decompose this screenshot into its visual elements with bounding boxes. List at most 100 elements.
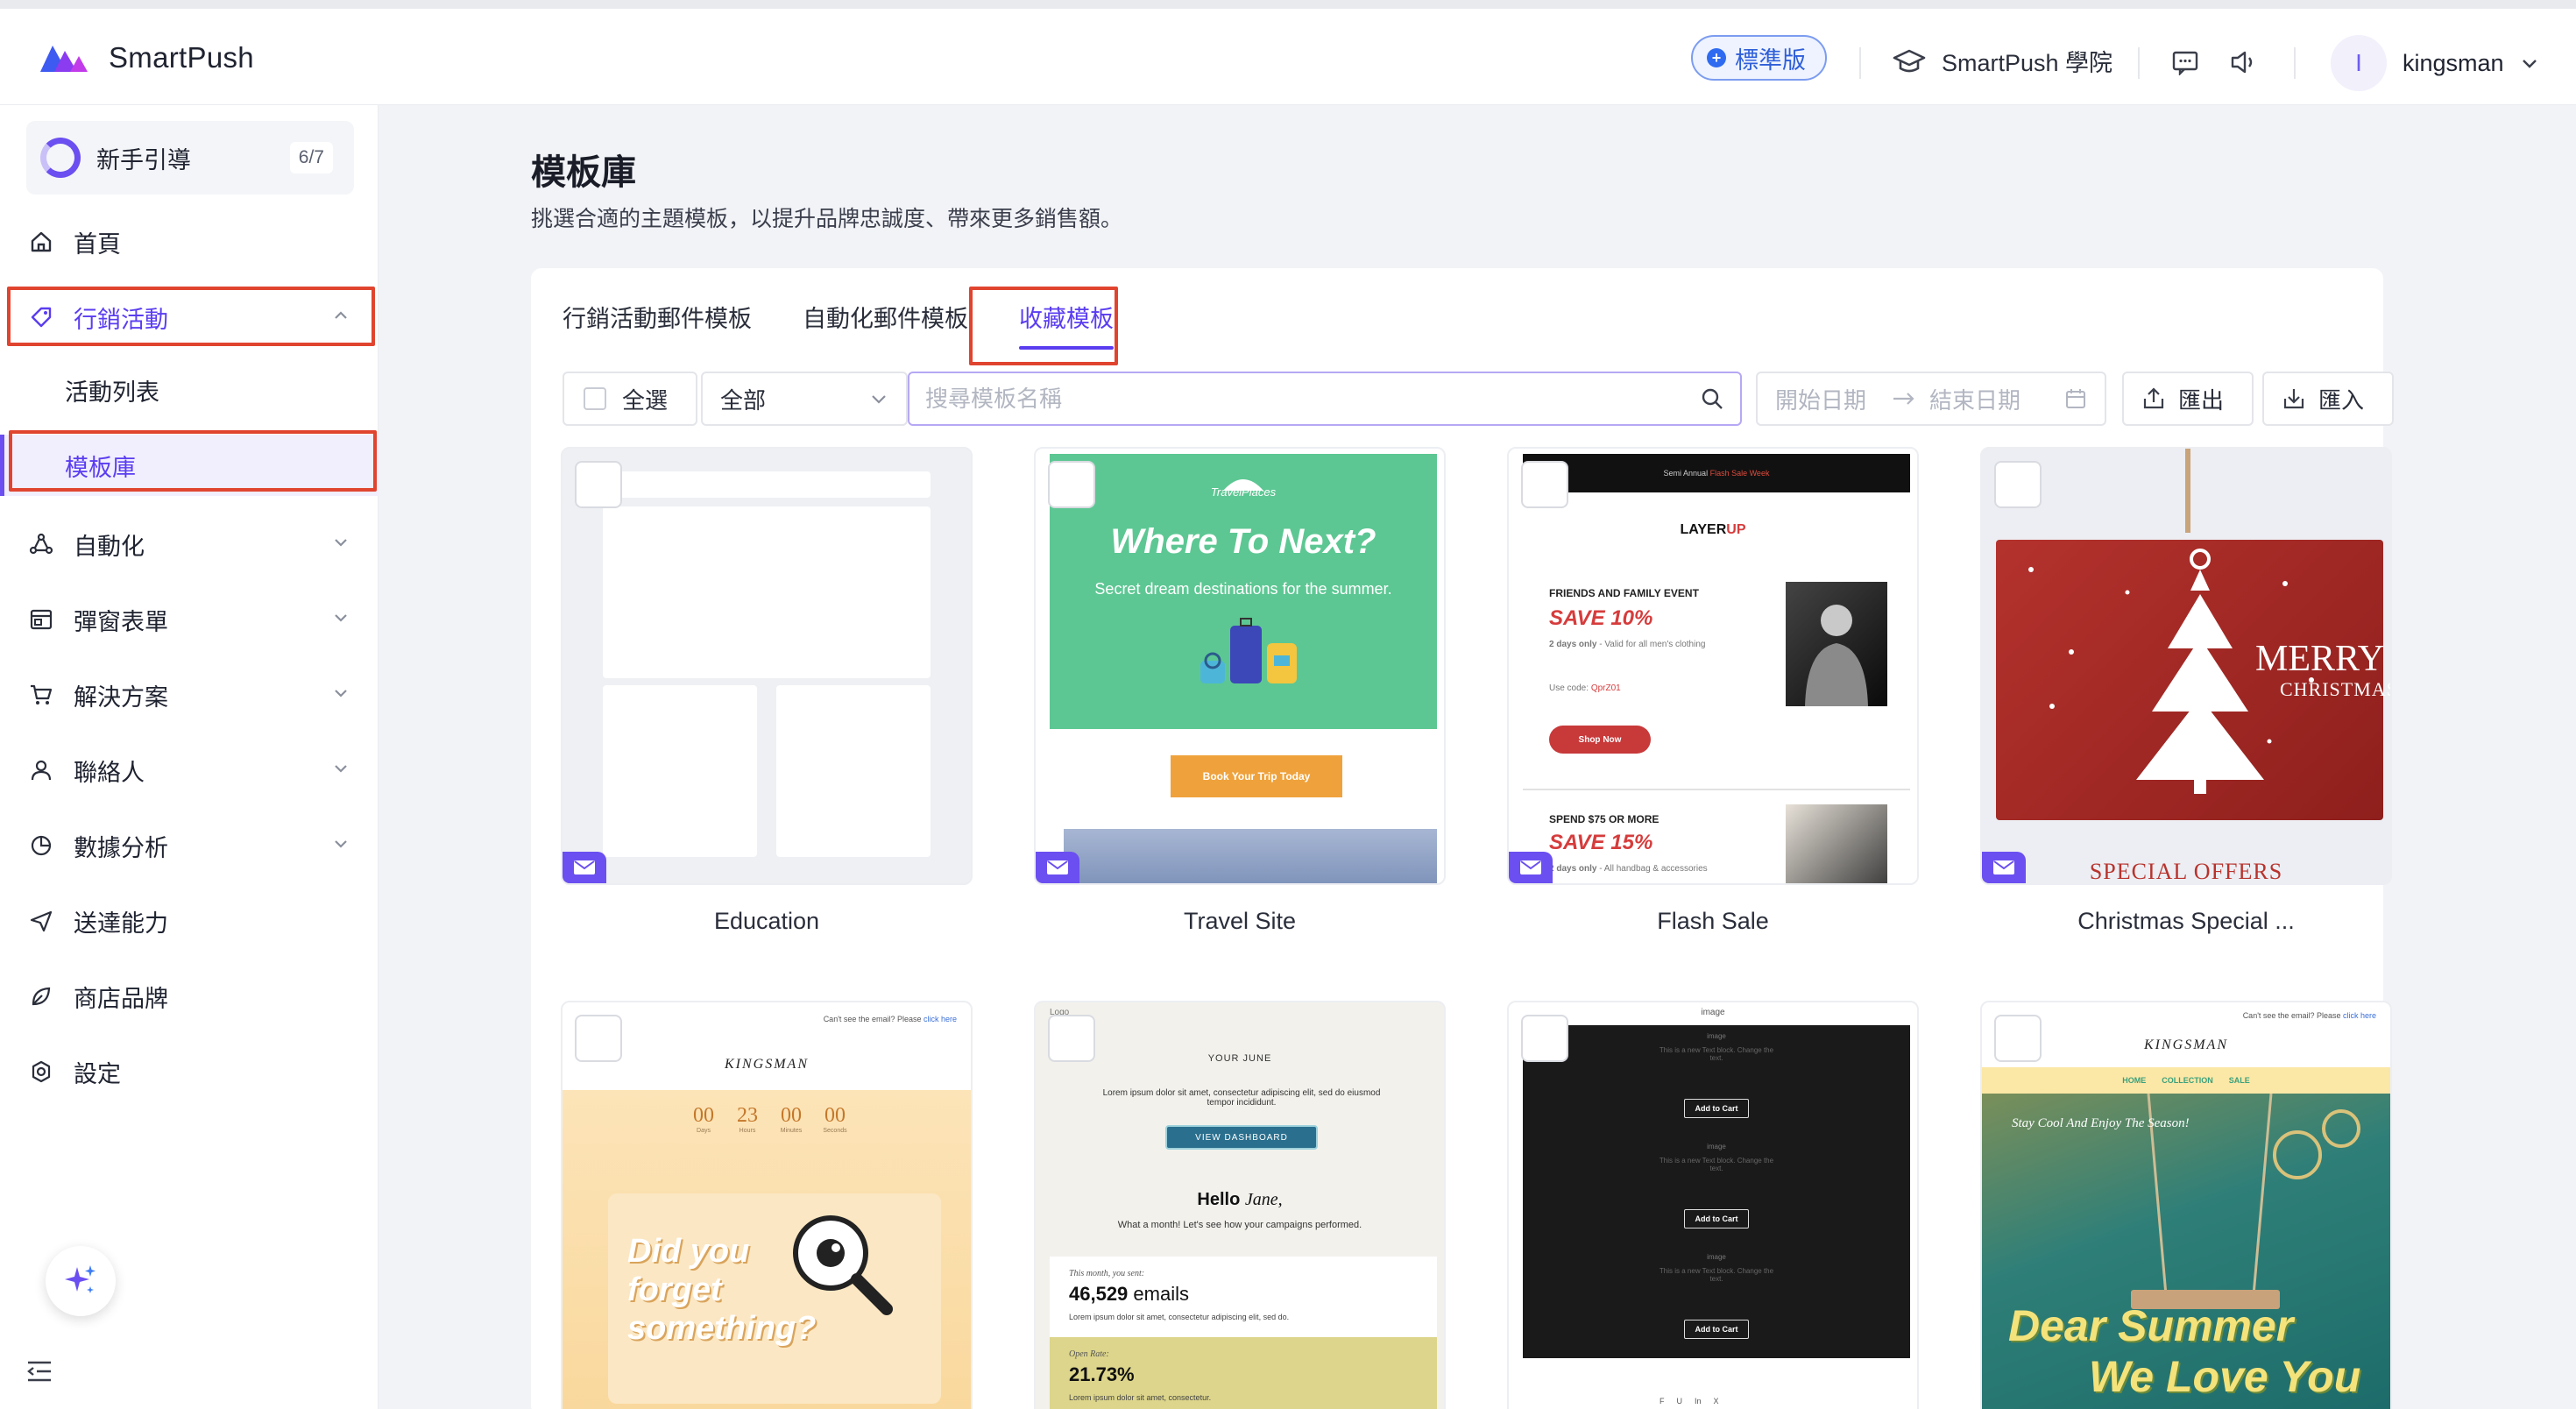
travel-cta: Book Your Trip Today [1171,755,1342,797]
sidebar-item-analytics[interactable]: 數據分析 [0,815,379,876]
select-all-checkbox[interactable]: 全選 [563,372,697,426]
sidebar-item-popup-forms[interactable]: 彈窗表單 [0,589,379,650]
brand-logo[interactable]: SmartPush [39,40,254,75]
template-select-checkbox[interactable] [1521,461,1568,508]
tab-favorite-templates[interactable]: 收藏模板 [1019,300,1114,350]
import-button[interactable]: 匯入 [2262,372,2394,426]
announcement-speaker-icon[interactable] [2229,49,2257,75]
sidebar-item-template-library[interactable]: 模板庫 [0,435,379,496]
countdown-label: Minutes [780,1128,803,1134]
sidebar: 新手引導 6/7 首頁 行銷活動 活動列表 模板庫 自動化 彈窗表單 解決方案 … [0,105,379,1409]
plan-badge[interactable]: + 標準版 [1691,35,1827,81]
sidebar-item-home[interactable]: 首頁 [0,211,379,273]
dark-text: This is a new Text block. Change the tex… [1659,1267,1774,1283]
countdown: 00 Days 23 Hours 00 Minutes 00 Seconds [685,1104,853,1134]
template-thumbnail[interactable]: image image This is a new Text block. Ch… [1507,1001,1919,1409]
header-divider [2138,47,2140,79]
ai-assistant-button[interactable] [46,1246,116,1316]
start-date: 開始日期 [1775,386,1867,414]
sidebar-item-label: 數據分析 [74,834,168,861]
template-thumbnail[interactable]: Semi Annual Flash Sale Week LAYERUP FRIE… [1507,447,1919,885]
kingsman-notice: Can't see the email? Please [2242,1011,2343,1020]
sidebar-item-deliverability[interactable]: 送達能力 [0,890,379,952]
template-select-checkbox[interactable] [1048,461,1095,508]
academy-link[interactable]: SmartPush 學院 [1893,44,2112,78]
sidebar-item-label: 模板庫 [65,454,136,481]
flash-days-1: 2 days only [1549,640,1597,649]
countdown-hours: 23 [737,1104,758,1127]
sidebar-item-solutions[interactable]: 解決方案 [0,664,379,726]
template-name: Travel Site [1183,908,1297,934]
collapse-menu-icon[interactable] [26,1360,53,1383]
template-select-checkbox[interactable] [1994,461,2042,508]
sidebar-item-campaign-list[interactable]: 活動列表 [0,359,379,421]
template-card-flash-sale[interactable]: Semi Annual Flash Sale Week LAYERUP FRIE… [1507,447,1919,935]
luggage-icon [1200,618,1297,683]
countdown-minutes: 00 [781,1104,802,1127]
sidebar-item-label: 解決方案 [74,683,168,711]
template-card-kingsman-summer[interactable]: Can't see the email? Please click here K… [1980,1001,2392,1409]
template-thumbnail[interactable]: Logo YOUR JUNE Lorem ipsum dolor sit ame… [1034,1001,1446,1409]
template-select-checkbox[interactable] [1048,1015,1095,1062]
flash-model-photo [1786,582,1887,706]
search-input[interactable] [909,373,1700,424]
plus-icon: + [1707,48,1726,67]
flash-brand-accent: UP [1726,522,1746,537]
search-icon[interactable] [1700,386,1724,411]
template-thumbnail[interactable]: Can't see the email? Please click here K… [1980,1001,2392,1409]
message-icon[interactable] [2171,49,2199,75]
user-menu[interactable]: I kingsman [2331,35,2539,91]
template-thumbnail[interactable]: MERRY CHRISTMAS SPECIAL OFFERS [1980,447,2392,885]
type-filter-select[interactable]: 全部 [701,372,908,426]
june-open-rate: 21.73% [1069,1363,1135,1385]
dark-image-alt: image [1707,1143,1726,1151]
template-card-kingsman-reminder[interactable]: Can't see the email? Please click here K… [561,1001,973,1409]
tab-marketing-templates[interactable]: 行銷活動郵件模板 [563,300,752,350]
chevron-up-icon [335,311,347,319]
sidebar-item-marketing[interactable]: 行銷活動 [0,287,379,348]
template-card-christmas-special[interactable]: MERRY CHRISTMAS SPECIAL OFFERS Christmas… [1980,447,2392,935]
flash-topbar-highlight: Flash Sale Week [1709,469,1770,478]
countdown-label: Seconds [823,1128,847,1134]
template-thumbnail[interactable] [561,447,973,885]
template-select-checkbox[interactable] [1994,1015,2042,1062]
sidebar-item-label: 首頁 [74,230,121,258]
june-emails-unit: emails [1128,1283,1189,1305]
active-marker [0,435,4,496]
dark-add-to-cart: Add to Cart [1684,1209,1749,1228]
sidebar-item-settings[interactable]: 設定 [0,1041,379,1102]
template-select-checkbox[interactable] [575,461,622,508]
flash-brand: LAYER [1680,522,1727,537]
arrow-right-icon [1893,393,1914,405]
sidebar-item-contacts[interactable]: 聯絡人 [0,740,379,801]
template-select-checkbox[interactable] [575,1015,622,1062]
june-month: What a month! Let's see how your campaig… [1117,1220,1362,1230]
header-divider [1859,47,1861,79]
template-select-checkbox[interactable] [1521,1015,1568,1062]
sidebar-item-label: 活動列表 [65,379,159,406]
template-thumbnail[interactable]: Can't see the email? Please click here K… [561,1001,973,1409]
template-card-education[interactable]: Education [561,447,973,935]
template-thumbnail[interactable]: TravelPlaces Where To Next? Secret dream… [1034,447,1446,885]
email-icon [1036,852,1079,883]
tab-automation-templates[interactable]: 自動化郵件模板 [803,300,968,350]
countdown-label: Hours [739,1128,756,1134]
onboarding-guide[interactable]: 新手引導 6/7 [26,121,354,195]
guide-count: 6/7 [289,142,333,173]
flash-save-1: SAVE 10% [1549,606,1653,630]
june-lorem: Lorem ipsum dolor sit amet, consectetur … [1102,1088,1381,1108]
template-card-dark-product[interactable]: image image This is a new Text block. Ch… [1507,1001,1919,1409]
template-card-travel-site[interactable]: TravelPlaces Where To Next? Secret dream… [1034,447,1446,935]
template-card-your-june[interactable]: Logo YOUR JUNE Lorem ipsum dolor sit ame… [1034,1001,1446,1409]
sidebar-item-store-brand[interactable]: 商店品牌 [0,966,379,1027]
flash-code-label: Use code: [1549,683,1591,693]
academy-label: SmartPush 學院 [1942,50,2113,76]
sidebar-item-automation[interactable]: 自動化 [0,513,379,575]
countdown-label: Days [697,1128,711,1134]
kingsman-notice-link: click here [2342,1011,2376,1020]
search-box [908,372,1742,426]
tag-icon [31,307,52,328]
export-button[interactable]: 匯出 [2122,372,2254,426]
date-range-picker[interactable]: 開始日期 結束日期 [1756,372,2106,426]
flash-days-2: 2 days only [1549,864,1597,874]
